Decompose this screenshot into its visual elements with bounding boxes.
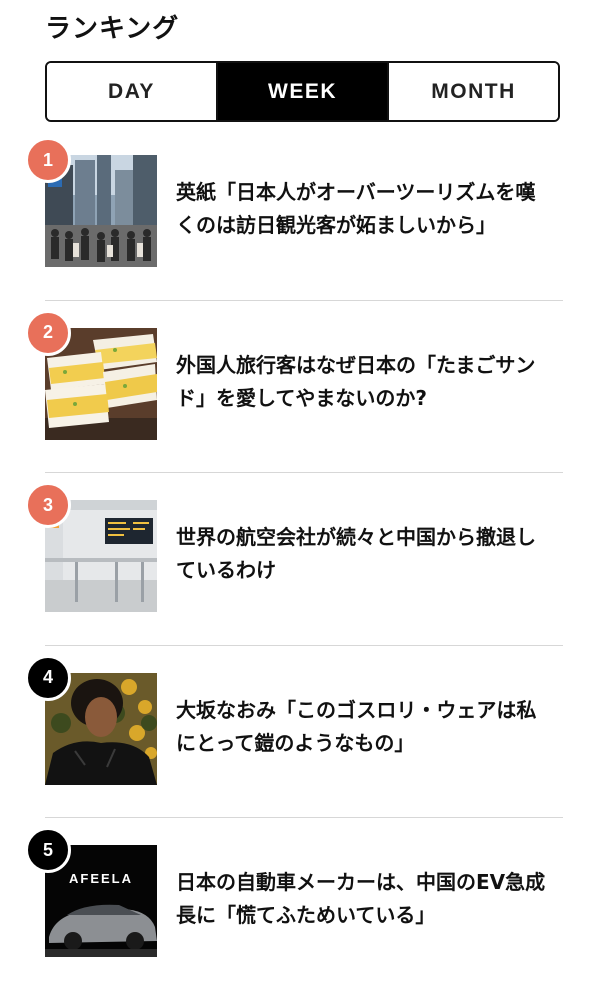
ranking-item[interactable]: 5 AFEELA 日本の自動車メーカーは、中国のEV急成長に「慌てふためいている…	[0, 818, 600, 991]
afeela-logo-text: AFEELA	[69, 871, 133, 886]
rank-badge: 1	[25, 137, 71, 183]
section-title: ランキング	[45, 14, 180, 44]
tab-week[interactable]: WEEK	[216, 63, 387, 120]
rank-badge: 3	[25, 482, 71, 528]
ranking-list: 1 英紙「日本人がオーバーツーリズムを嘆くのは訪日観光客が妬ましいから」 2 外…	[0, 128, 600, 991]
article-headline[interactable]: 世界の航空会社が続々と中国から撤退しているわけ	[176, 521, 546, 587]
ranking-item[interactable]: 3 世界の航空会社が続々と中国から撤退しているわけ	[0, 473, 600, 646]
rank-badge: 2	[25, 309, 71, 356]
ranking-page: ランキング DAY WEEK MONTH 1 英紙「日本人がオーバーツーリズムを…	[0, 0, 600, 980]
article-headline[interactable]: 大坂なおみ「このゴスロリ・ウェアは私にとって鎧のようなもの」	[176, 694, 546, 760]
rank-badge: 4	[25, 654, 71, 701]
rank-badge: 5	[25, 827, 71, 873]
tab-day[interactable]: DAY	[47, 63, 216, 120]
tab-month[interactable]: MONTH	[387, 63, 558, 120]
article-headline[interactable]: 外国人旅行客はなぜ日本の「たまごサンド」を愛してやまないのか?	[176, 349, 546, 415]
ranking-item[interactable]: 2 外国人旅行客はなぜ日本の「たまごサンド」を愛してやまないのか?	[0, 301, 600, 473]
article-headline[interactable]: 日本の自動車メーカーは、中国のEV急成長に「慌てふためいている」	[176, 866, 546, 932]
ranking-item[interactable]: 1 英紙「日本人がオーバーツーリズムを嘆くのは訪日観光客が妬ましいから」	[0, 128, 600, 301]
article-headline[interactable]: 英紙「日本人がオーバーツーリズムを嘆くのは訪日観光客が妬ましいから」	[176, 176, 546, 242]
ranking-item[interactable]: 4 大坂なおみ「このゴスロリ・ウェアは私にとって鎧のようなもの」	[0, 646, 600, 818]
period-tabs: DAY WEEK MONTH	[45, 61, 560, 122]
